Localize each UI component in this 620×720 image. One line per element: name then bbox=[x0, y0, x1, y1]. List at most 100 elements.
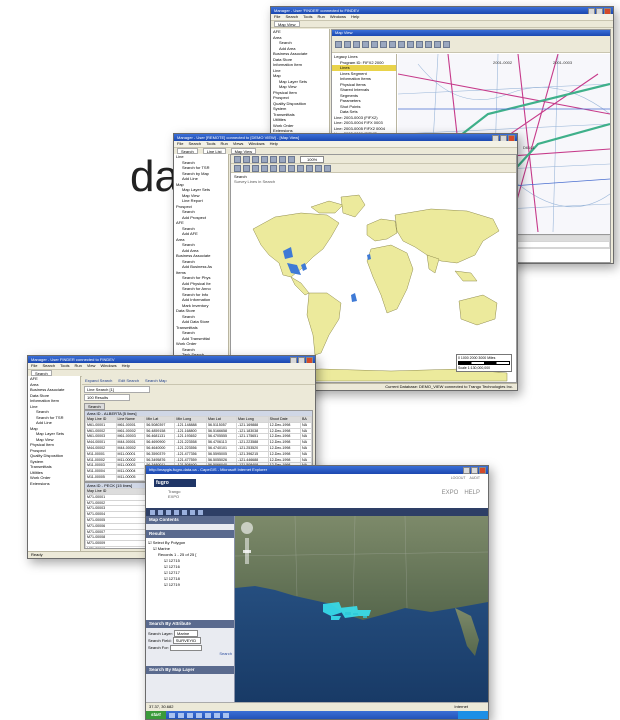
layers-icon[interactable] bbox=[279, 155, 286, 163]
maximize-button[interactable] bbox=[500, 135, 507, 141]
minimize-button[interactable] bbox=[492, 135, 499, 141]
title-bar[interactable]: http://mapgis.fugro-data.ca - CapeGIS - … bbox=[146, 466, 488, 474]
result-item[interactable]: ☑ 12719 bbox=[148, 582, 232, 588]
extent-icon[interactable] bbox=[306, 164, 313, 172]
measure-icon[interactable] bbox=[190, 509, 195, 515]
taskbar-app-icon[interactable] bbox=[195, 712, 202, 718]
menu-run[interactable]: Run bbox=[317, 14, 324, 20]
refresh-icon[interactable] bbox=[315, 164, 322, 172]
title-bar[interactable]: Manager - User [REMOTE] connected to [DE… bbox=[174, 134, 517, 141]
menu-search[interactable]: Search bbox=[285, 14, 298, 20]
save-icon[interactable] bbox=[252, 155, 259, 163]
grid-icon[interactable] bbox=[288, 155, 295, 163]
home-icon[interactable] bbox=[234, 155, 241, 163]
menu-file[interactable]: File bbox=[31, 363, 37, 369]
taskbar-app-icon[interactable] bbox=[222, 712, 229, 718]
title-bar[interactable]: Manager - User FINDER connected to FINDE… bbox=[28, 356, 315, 363]
menu-run[interactable]: Run bbox=[220, 141, 227, 147]
search-for-input[interactable] bbox=[170, 644, 203, 651]
zoom-out-icon[interactable] bbox=[252, 164, 259, 172]
pan-icon[interactable] bbox=[380, 40, 387, 48]
select-icon[interactable] bbox=[182, 509, 187, 515]
menu-windows[interactable]: Windows bbox=[248, 141, 264, 147]
help-icon[interactable] bbox=[443, 40, 450, 48]
taskbar-app-icon[interactable] bbox=[168, 712, 175, 718]
menu-search[interactable]: Search bbox=[42, 363, 55, 369]
zoom-out-icon[interactable] bbox=[371, 40, 378, 48]
taskbar-app-icon[interactable] bbox=[177, 712, 184, 718]
line-icon[interactable] bbox=[297, 164, 304, 172]
maximize-button[interactable] bbox=[298, 357, 305, 363]
zoom-select[interactable]: 100% bbox=[300, 155, 325, 163]
fugro-logo[interactable]: fugro bbox=[154, 479, 196, 487]
export-icon[interactable] bbox=[324, 164, 331, 172]
zoom-in-icon[interactable] bbox=[362, 40, 369, 48]
save-icon[interactable] bbox=[344, 40, 351, 48]
tab-map-view[interactable]: Map View bbox=[274, 21, 300, 27]
print-icon[interactable] bbox=[261, 155, 268, 163]
expo-link[interactable]: EXPO bbox=[442, 490, 459, 496]
identify-icon[interactable] bbox=[174, 509, 179, 515]
toolbar-link-1[interactable]: Edit Search bbox=[118, 378, 139, 383]
taskbar-app-icon[interactable] bbox=[186, 712, 193, 718]
open-icon[interactable] bbox=[243, 155, 250, 163]
taskbar-app-icon[interactable] bbox=[213, 712, 220, 718]
zoom-out-icon[interactable] bbox=[158, 509, 163, 515]
tree-item[interactable]: Extensions bbox=[28, 481, 80, 487]
print-icon[interactable] bbox=[198, 509, 203, 515]
search-layer-select[interactable]: Marine bbox=[174, 630, 199, 637]
inner-title-bar[interactable]: Map View bbox=[332, 30, 610, 36]
menu-help[interactable]: Help bbox=[351, 14, 359, 20]
tab-search-results[interactable]: Search bbox=[84, 403, 105, 410]
start-button[interactable]: start bbox=[146, 711, 166, 719]
extent-icon[interactable] bbox=[434, 40, 441, 48]
map-contents-header[interactable]: Map Contents bbox=[146, 516, 234, 524]
close-button[interactable] bbox=[604, 8, 611, 14]
search-by-attribute-header[interactable]: Search By Attribute bbox=[146, 620, 234, 628]
search-by-map-layer-header[interactable]: Search By Map Layer bbox=[146, 666, 234, 674]
minimize-button[interactable] bbox=[463, 467, 470, 474]
select-icon[interactable] bbox=[261, 164, 268, 172]
measure-icon[interactable] bbox=[407, 40, 414, 48]
menu-tools[interactable]: Tools bbox=[206, 141, 215, 147]
title-bar[interactable]: Manager - User 'FINDER' connected to FIN… bbox=[271, 7, 613, 14]
polygon-icon[interactable] bbox=[288, 164, 295, 172]
identify-icon[interactable] bbox=[270, 164, 277, 172]
minimize-button[interactable] bbox=[588, 8, 595, 14]
measure-icon[interactable] bbox=[279, 164, 286, 172]
select-icon[interactable] bbox=[389, 40, 396, 48]
search-button[interactable]: Search bbox=[219, 651, 232, 656]
home-icon[interactable] bbox=[335, 40, 342, 48]
results-header[interactable]: Results bbox=[146, 530, 234, 538]
pan-icon[interactable] bbox=[166, 509, 171, 515]
toolbar-link-2[interactable]: Search Map bbox=[145, 378, 167, 383]
menu-tools[interactable]: Tools bbox=[60, 363, 69, 369]
maximize-button[interactable] bbox=[596, 8, 603, 14]
taskbar-app-icon[interactable] bbox=[204, 712, 211, 718]
menu-view[interactable]: View bbox=[87, 363, 96, 369]
logout-link[interactable]: LOGOUT bbox=[451, 476, 466, 480]
menu-search[interactable]: Search bbox=[188, 141, 201, 147]
menu-views[interactable]: Views bbox=[233, 141, 244, 147]
search-field-select[interactable]: SURVEYID bbox=[172, 637, 202, 644]
toolbar-link-0[interactable]: Expand Search bbox=[85, 378, 112, 383]
identify-icon[interactable] bbox=[398, 40, 405, 48]
close-button[interactable] bbox=[306, 357, 313, 363]
minimize-button[interactable] bbox=[290, 357, 297, 363]
menu-windows[interactable]: Windows bbox=[100, 363, 116, 369]
menu-file[interactable]: File bbox=[274, 14, 280, 20]
menu-help[interactable]: Help bbox=[122, 363, 130, 369]
refresh-icon[interactable] bbox=[425, 40, 432, 48]
satellite-map[interactable] bbox=[235, 516, 488, 703]
menu-run[interactable]: Run bbox=[74, 363, 81, 369]
pan-icon[interactable] bbox=[234, 164, 241, 172]
copy-icon[interactable] bbox=[270, 155, 277, 163]
menu-file[interactable]: File bbox=[177, 141, 183, 147]
maximize-button[interactable] bbox=[471, 467, 478, 474]
layers-icon[interactable] bbox=[416, 40, 423, 48]
print-icon[interactable] bbox=[353, 40, 360, 48]
zoom-in-icon[interactable] bbox=[243, 164, 250, 172]
audit-link[interactable]: AUDIT bbox=[470, 476, 481, 480]
help-link[interactable]: HELP bbox=[464, 490, 480, 496]
menu-windows[interactable]: Windows bbox=[330, 14, 346, 20]
